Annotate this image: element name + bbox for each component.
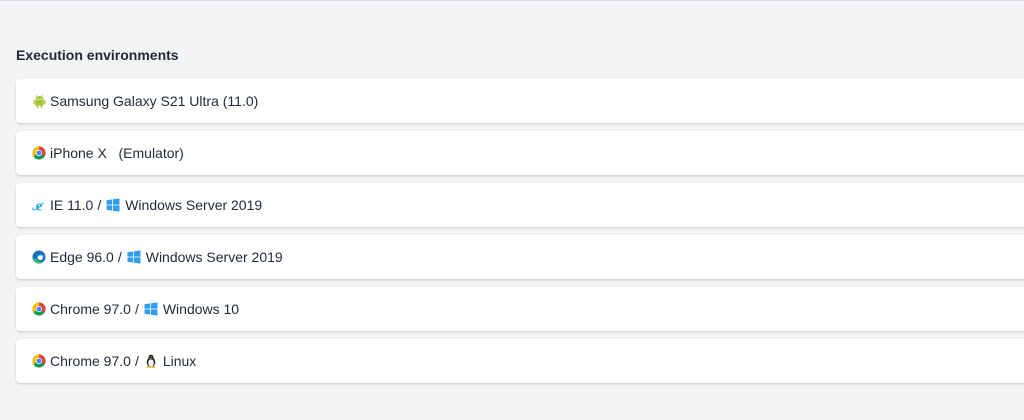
environment-browser-label: Chrome 97.0 [50,353,131,369]
environment-browser-label: Chrome 97.0 [50,301,131,317]
internet-explorer-icon: e [31,197,47,213]
environment-card-chrome-97-windows-10[interactable]: Chrome 97.0 / Windows 10 [16,287,1024,331]
svg-text:e: e [36,198,43,213]
chrome-icon [31,353,47,369]
top-border-divider [0,0,1024,1]
environment-os-label: Linux [162,353,197,369]
execution-environments-section: Execution environments Samsung Galaxy S2… [16,44,1024,383]
environment-separator: / [97,197,102,213]
chrome-icon [31,145,47,161]
chrome-icon [31,301,47,317]
environment-browser-label: iPhone X (Emulator) [50,145,184,161]
environment-card-samsung-galaxy-s21-ultra[interactable]: Samsung Galaxy S21 Ultra (11.0) [16,79,1024,123]
environment-card-ie-11-windows-server-2019[interactable]: e IE 11.0 / Windows Server 2019 [16,183,1024,227]
android-icon [31,93,47,109]
environment-browser-label: IE 11.0 [50,197,94,213]
environment-separator: / [117,249,122,265]
edge-icon [31,249,47,265]
environment-card-edge-96-windows-server-2019[interactable]: Edge 96.0 / Windows Server 2019 [16,235,1024,279]
environment-browser-label: Samsung Galaxy S21 Ultra (11.0) [50,93,259,109]
environment-browser-label: Edge 96.0 [50,249,114,265]
section-title: Execution environments [16,47,179,63]
environment-list: Samsung Galaxy S21 Ultra (11.0) iPhone X… [16,79,1024,383]
environment-separator: / [134,301,139,317]
environment-os-label: Windows Server 2019 [125,197,263,213]
environment-separator: / [134,353,139,369]
windows-icon [143,301,159,317]
linux-icon [143,353,159,369]
environment-card-iphone-x-emulator[interactable]: iPhone X (Emulator) [16,131,1024,175]
windows-icon [126,249,142,265]
windows-icon [105,197,121,213]
environment-card-chrome-97-linux[interactable]: Chrome 97.0 / Linux [16,339,1024,383]
environment-os-label: Windows Server 2019 [145,249,283,265]
environment-os-label: Windows 10 [162,301,240,317]
